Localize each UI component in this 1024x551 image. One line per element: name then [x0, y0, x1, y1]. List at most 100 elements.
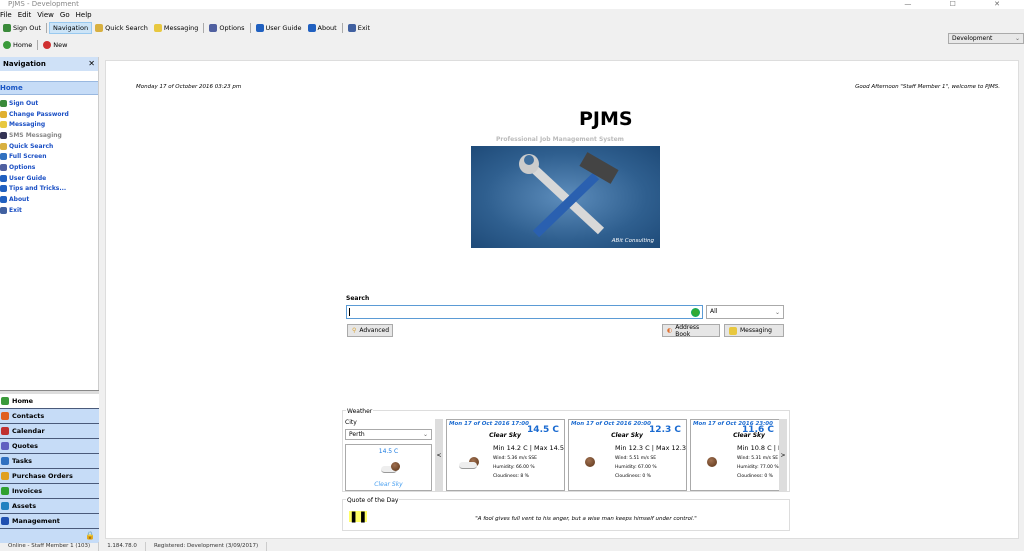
nav-item-label: Full Screen: [9, 153, 47, 161]
search-input[interactable]: [346, 305, 703, 319]
nav-item-exit[interactable]: Exit: [0, 205, 98, 216]
toolbar-messaging-button[interactable]: Messaging: [151, 22, 202, 34]
forecast-card: Mon 17 of Oct 2016 17:00 14.5 C Clear Sky M…: [446, 419, 565, 491]
toolbar-separator: [46, 22, 48, 33]
forecast-card: Mon 17 of Oct 2016 23:00 11.6 C Clear Sky M…: [690, 419, 780, 491]
address-book-button[interactable]: ◐ Address Book: [662, 324, 720, 338]
nav-item-options[interactable]: Options: [0, 162, 98, 173]
banner-credit: ABit Consulting: [611, 238, 654, 244]
current-condition: Clear Sky: [374, 481, 403, 488]
toolbar-sign-out-button[interactable]: Sign Out: [0, 22, 44, 34]
menu-help[interactable]: Help: [76, 10, 92, 20]
help-icon: [255, 23, 264, 32]
nav-item-quick-search[interactable]: Quick Search: [0, 141, 98, 152]
module-label: Quotes: [12, 442, 39, 450]
module-icon: [1, 502, 9, 510]
nav-item-tips-and-tricks-[interactable]: Tips and Tricks...: [0, 184, 98, 195]
toolbar-label: Quick Search: [105, 23, 148, 32]
nav-item-icon: [0, 131, 7, 139]
nav-item-user-guide[interactable]: User Guide: [0, 173, 98, 184]
menu-file[interactable]: File: [0, 10, 12, 20]
nav-item-change-password[interactable]: Change Password: [0, 109, 98, 120]
nav-item-about[interactable]: About: [0, 194, 98, 205]
toolbar-exit-button[interactable]: Exit: [345, 22, 373, 34]
wrench-hammer-icon: [519, 152, 619, 238]
messaging-icon: [153, 23, 162, 32]
module-tasks[interactable]: Tasks: [0, 454, 99, 469]
module-icon: [1, 487, 9, 495]
toolbar-options-button[interactable]: Options: [206, 22, 247, 34]
quote-text: "A fool gives full vent to his anger, bu…: [475, 516, 697, 522]
navigation-title: Navigation: [3, 60, 46, 68]
new-button[interactable]: New: [40, 39, 70, 51]
nav-item-label: Quick Search: [9, 142, 54, 150]
forecast-humidity: Humidity: 67.00 %: [615, 465, 657, 470]
title-bar: PJMS - Development: [0, 0, 1024, 9]
forecast-next-button[interactable]: >: [779, 419, 787, 491]
module-quotes[interactable]: Quotes: [0, 439, 99, 454]
forecast-humidity: Humidity: 77.00 %: [737, 465, 779, 470]
module-purchase-orders[interactable]: Purchase Orders: [0, 469, 99, 484]
toolbar-label: User Guide: [265, 23, 302, 32]
nav-item-messaging[interactable]: Messaging: [0, 119, 98, 130]
environment-select[interactable]: Development ⌄: [948, 33, 1024, 44]
module-calendar[interactable]: Calendar: [0, 424, 99, 439]
toolbar-quick-search-button[interactable]: Quick Search: [92, 22, 151, 34]
nav-item-icon: [0, 99, 7, 107]
nav-item-sign-out[interactable]: Sign Out: [0, 98, 98, 109]
toolbar-about-button[interactable]: About: [305, 22, 340, 34]
close-icon[interactable]: ✕: [88, 57, 95, 71]
module-home[interactable]: Home: [0, 394, 99, 409]
toolbar-navigation-button[interactable]: Navigation: [49, 21, 93, 34]
toolbar-label: New: [53, 40, 68, 49]
options-icon: [209, 23, 218, 32]
forecast-datetime: Mon 17 of Oct 2016 17:00: [449, 421, 529, 427]
advanced-search-button[interactable]: ⚲ Advanced: [347, 324, 393, 337]
nav-item-icon: [0, 110, 7, 118]
status-bar: Online - Staff Member 1 (103) 1.184.78.0 R…: [0, 542, 1024, 551]
menu-edit[interactable]: Edit: [18, 10, 32, 20]
nav-item-sms-messaging[interactable]: SMS Messaging: [0, 130, 98, 141]
home-button[interactable]: Home: [0, 39, 35, 51]
nav-item-label: Messaging: [9, 121, 46, 129]
forecast-condition: Clear Sky: [489, 432, 521, 439]
module-management[interactable]: Management: [0, 514, 99, 529]
module-icon: [1, 517, 9, 525]
window-controls[interactable]: — ☐ ✕: [904, 0, 1018, 8]
nav-item-icon: [0, 163, 7, 171]
forecast-prev-button[interactable]: <: [435, 419, 443, 491]
nav-item-icon: [0, 185, 7, 193]
app-logo-text: PJMS: [579, 108, 633, 130]
module-icon: [1, 442, 9, 450]
module-icon: [1, 472, 9, 480]
chevron-down-icon: ⌄: [1014, 35, 1020, 42]
city-select[interactable]: Perth ⌄: [345, 429, 432, 440]
module-icon: [1, 427, 9, 435]
nav-item-icon: [0, 174, 7, 182]
nav-item-icon: [0, 206, 7, 214]
search-go-icon[interactable]: [691, 308, 700, 317]
window-title: PJMS - Development: [8, 0, 79, 8]
module-assets[interactable]: Assets: [0, 499, 99, 514]
quote-label: Quote of the Day: [346, 497, 400, 504]
toolbar-label: Exit: [357, 23, 371, 32]
forecast-cloudiness: Cloudiness: 8 %: [493, 474, 529, 479]
module-contacts[interactable]: Contacts: [0, 409, 99, 424]
messaging-button[interactable]: Messaging: [724, 324, 784, 337]
configure-icon[interactable]: 🔒: [85, 531, 95, 540]
menu-go[interactable]: Go: [60, 10, 70, 20]
city-label: City: [345, 419, 357, 426]
module-invoices[interactable]: Invoices: [0, 484, 99, 499]
status-field: 1.184.78.0: [99, 542, 146, 551]
search-scope-select[interactable]: All ⌄: [706, 305, 784, 319]
section-header-home[interactable]: Home: [0, 81, 98, 95]
nav-item-label: Tips and Tricks...: [9, 185, 67, 193]
forecast-wind: Wind: 5.31 m/s SE: [737, 456, 779, 461]
nav-item-full-screen[interactable]: Full Screen: [0, 151, 98, 162]
toolbar-separator: [249, 22, 251, 33]
magnifier-icon: ⚲: [352, 327, 357, 334]
toolbar-user-guide-button[interactable]: User Guide: [253, 22, 305, 34]
tools-banner-image: ABit Consulting: [471, 146, 660, 248]
menu-view[interactable]: View: [37, 10, 54, 20]
home-icon: [3, 40, 11, 49]
